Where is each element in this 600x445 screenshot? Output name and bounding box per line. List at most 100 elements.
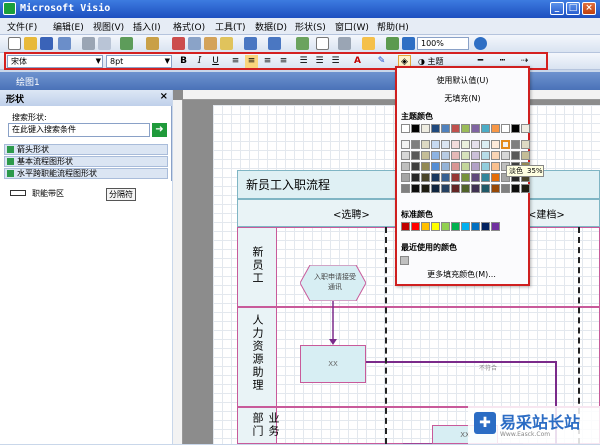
shape-lane[interactable]: 职能带区 [32, 188, 64, 199]
theme-color-swatch[interactable] [431, 184, 440, 193]
theme-color-swatch[interactable] [421, 173, 430, 182]
theme-color-swatch[interactable] [481, 173, 490, 182]
maximize-button[interactable]: □ [566, 2, 580, 15]
theme-color-swatch[interactable] [441, 124, 450, 133]
theme-color-swatch[interactable] [471, 184, 480, 193]
theme-color-swatch[interactable] [421, 140, 430, 149]
theme-color-swatch[interactable] [441, 151, 450, 160]
theme-color-swatch[interactable] [511, 140, 520, 149]
theme-color-swatch[interactable] [421, 184, 430, 193]
menu-file[interactable]: 文件(F) [4, 20, 40, 33]
use-default-item[interactable]: 使用默认值(U) [397, 75, 528, 86]
theme-color-swatch[interactable] [411, 140, 420, 149]
save-icon[interactable] [40, 37, 53, 50]
theme-color-swatch[interactable] [491, 140, 500, 149]
theme-color-swatch[interactable] [511, 151, 520, 160]
standard-color-swatch[interactable] [401, 222, 410, 231]
no-fill-item[interactable]: 无填充(N) [397, 93, 528, 104]
zoom-combo[interactable]: 100% [417, 37, 469, 50]
standard-color-swatch[interactable] [451, 222, 460, 231]
open-icon[interactable] [24, 37, 37, 50]
theme-color-swatch[interactable] [411, 184, 420, 193]
theme-color-swatch[interactable] [521, 140, 530, 149]
theme-color-swatch[interactable] [401, 184, 410, 193]
recent-color-swatch[interactable] [400, 256, 409, 265]
theme-color-swatch[interactable] [491, 124, 500, 133]
theme-color-swatch[interactable] [451, 124, 460, 133]
close-button[interactable]: × [582, 2, 596, 15]
theme-color-swatch[interactable] [461, 124, 470, 133]
text-tool-icon[interactable] [362, 37, 375, 50]
theme-color-swatch[interactable] [441, 173, 450, 182]
copy-icon[interactable] [188, 37, 201, 50]
theme-color-swatch[interactable] [451, 140, 460, 149]
theme-color-swatch[interactable] [501, 151, 510, 160]
standard-color-swatch[interactable] [491, 222, 500, 231]
theme-color-swatch[interactable] [501, 140, 510, 149]
minimize-button[interactable]: _ [550, 2, 564, 15]
theme-color-swatch[interactable] [521, 184, 530, 193]
standard-color-swatch[interactable] [411, 222, 420, 231]
theme-color-swatch[interactable] [481, 151, 490, 160]
search-go-icon[interactable]: ➜ [152, 123, 167, 137]
print-preview-icon[interactable] [98, 37, 111, 50]
menu-view[interactable]: 视图(V) [90, 20, 127, 33]
theme-color-swatch[interactable] [481, 124, 490, 133]
process-box[interactable]: XX [300, 345, 366, 383]
theme-color-swatch[interactable] [411, 173, 420, 182]
theme-color-swatch[interactable] [471, 173, 480, 182]
menu-insert[interactable]: 插入(I) [130, 20, 164, 33]
menu-window[interactable]: 窗口(W) [332, 20, 372, 33]
stencil-basic-flowchart[interactable]: 基本流程图形状 [4, 156, 168, 167]
theme-color-swatch[interactable] [511, 184, 520, 193]
theme-color-swatch[interactable] [471, 162, 480, 171]
theme-color-swatch[interactable] [421, 151, 430, 160]
standard-color-swatch[interactable] [481, 222, 490, 231]
theme-color-swatch[interactable] [481, 162, 490, 171]
theme-color-swatch[interactable] [461, 140, 470, 149]
standard-color-swatch[interactable] [471, 222, 480, 231]
search-input[interactable]: 在此键入搜索条件 [8, 123, 150, 137]
connector-tool-icon[interactable] [338, 37, 351, 50]
theme-color-swatch[interactable] [501, 184, 510, 193]
theme-color-swatch[interactable] [521, 124, 530, 133]
theme-color-swatch[interactable] [451, 151, 460, 160]
permission-icon[interactable] [58, 37, 71, 50]
cut-icon[interactable] [172, 37, 185, 50]
theme-color-swatch[interactable] [481, 140, 490, 149]
stencil-cross-functional[interactable]: 水平跨职能流程图形状 [4, 168, 168, 179]
theme-color-swatch[interactable] [491, 184, 500, 193]
theme-color-swatch[interactable] [501, 124, 510, 133]
shapes-icon[interactable] [296, 37, 309, 50]
theme-color-swatch[interactable] [491, 173, 500, 182]
theme-color-swatch[interactable] [421, 124, 430, 133]
theme-color-swatch[interactable] [471, 124, 480, 133]
theme-color-swatch[interactable] [461, 162, 470, 171]
new-icon[interactable] [8, 37, 21, 50]
research-icon[interactable] [146, 37, 159, 50]
pan-zoom-icon[interactable] [386, 37, 399, 50]
shape-separator[interactable]: 分隔符 [106, 188, 136, 201]
menu-format[interactable]: 格式(O) [170, 20, 208, 33]
theme-color-swatch[interactable] [441, 140, 450, 149]
redo-icon[interactable] [268, 37, 281, 50]
theme-color-swatch[interactable] [461, 151, 470, 160]
menu-data[interactable]: 数据(D) [252, 20, 290, 33]
format-painter-icon[interactable] [220, 37, 233, 50]
lane-shape-icon[interactable] [10, 190, 26, 196]
menu-shape[interactable]: 形状(S) [292, 20, 329, 33]
theme-color-swatch[interactable] [401, 124, 410, 133]
theme-color-swatch[interactable] [431, 162, 440, 171]
close-icon[interactable]: × [160, 91, 168, 102]
theme-color-swatch[interactable] [421, 162, 430, 171]
help-icon[interactable] [474, 37, 487, 50]
menu-edit[interactable]: 编辑(E) [50, 20, 87, 33]
theme-color-swatch[interactable] [491, 151, 500, 160]
theme-color-swatch[interactable] [431, 140, 440, 149]
theme-color-swatch[interactable] [401, 162, 410, 171]
theme-color-swatch[interactable] [491, 162, 500, 171]
menu-tools[interactable]: 工具(T) [212, 20, 249, 33]
spelling-icon[interactable] [120, 37, 133, 50]
menu-help[interactable]: 帮助(H) [374, 20, 412, 33]
more-fill-colors-item[interactable]: 更多填充颜色(M)... [396, 269, 527, 280]
